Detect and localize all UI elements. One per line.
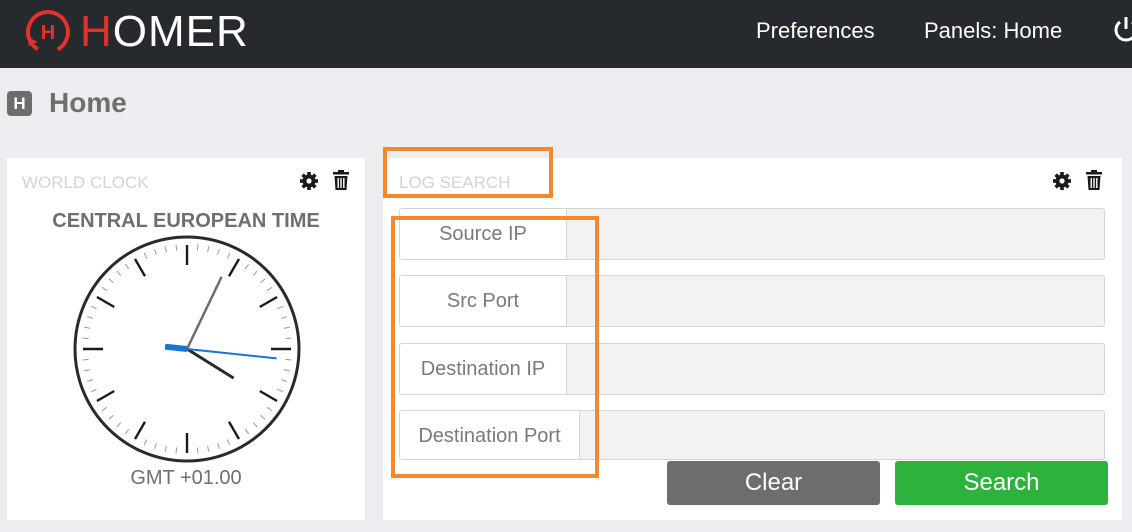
analog-clock xyxy=(73,235,301,463)
src-port-input[interactable] xyxy=(567,276,1104,326)
source-ip-row: Source IP xyxy=(399,208,1105,260)
trash-icon[interactable] xyxy=(1085,169,1103,196)
clock-minute-tick xyxy=(175,244,178,251)
destination-port-label: Destination Port xyxy=(400,411,580,459)
clock-minute-tick xyxy=(285,337,292,340)
search-button[interactable]: Search xyxy=(895,461,1108,505)
world-clock-title: WORLD CLOCK xyxy=(22,173,149,192)
title-icon-letter: H xyxy=(13,94,26,113)
homer-logo[interactable]: H HOMER xyxy=(24,8,249,56)
clock-minute-tick xyxy=(285,358,292,361)
destination-port-row: Destination Port xyxy=(399,410,1105,460)
power-icon[interactable] xyxy=(1114,14,1132,49)
source-ip-input[interactable] xyxy=(567,209,1104,259)
homer-logo-icon: H xyxy=(26,10,70,54)
gear-icon[interactable] xyxy=(299,171,319,196)
source-ip-label: Source IP xyxy=(400,209,567,259)
home-title-icon: H xyxy=(7,91,32,116)
src-port-label: Src Port xyxy=(400,276,567,326)
trash-icon[interactable] xyxy=(332,169,350,196)
top-navbar: H HOMER Preferences Panels: Home xyxy=(0,0,1132,68)
clock-minute-tick xyxy=(82,358,89,361)
destination-ip-row: Destination IP xyxy=(399,343,1105,395)
src-port-row: Src Port xyxy=(399,275,1105,327)
world-clock-panel: WORLD CLOCK CENTRAL EUROPEAN TIME GMT +0… xyxy=(7,158,365,520)
app-name: HOMER xyxy=(80,8,249,56)
timezone-name: CENTRAL EUROPEAN TIME xyxy=(52,210,320,232)
destination-ip-label: Destination IP xyxy=(400,344,567,394)
page-title: Home xyxy=(49,87,127,118)
log-search-panel: LOG SEARCH Source IP Src Port Destinatio… xyxy=(383,158,1122,520)
gear-icon[interactable] xyxy=(1052,171,1072,196)
nav-panels-dropdown[interactable]: Panels: Home xyxy=(924,17,1062,45)
app-name-rest: OMER xyxy=(112,7,249,56)
app-name-first-letter: H xyxy=(80,7,113,56)
clock-minute-tick xyxy=(82,337,89,340)
destination-port-input[interactable] xyxy=(580,411,1104,459)
clock-minute-tick xyxy=(175,447,178,454)
log-search-title: LOG SEARCH xyxy=(399,173,511,192)
destination-ip-input[interactable] xyxy=(567,344,1104,394)
timezone-offset: GMT +01.00 xyxy=(130,467,242,489)
clear-button[interactable]: Clear xyxy=(667,461,880,505)
clock-minute-tick xyxy=(196,447,199,454)
nav-preferences-link[interactable]: Preferences xyxy=(756,17,875,45)
clock-second-hand-tail xyxy=(164,343,188,352)
clock-minute-tick xyxy=(196,244,199,251)
svg-text:H: H xyxy=(41,22,55,44)
